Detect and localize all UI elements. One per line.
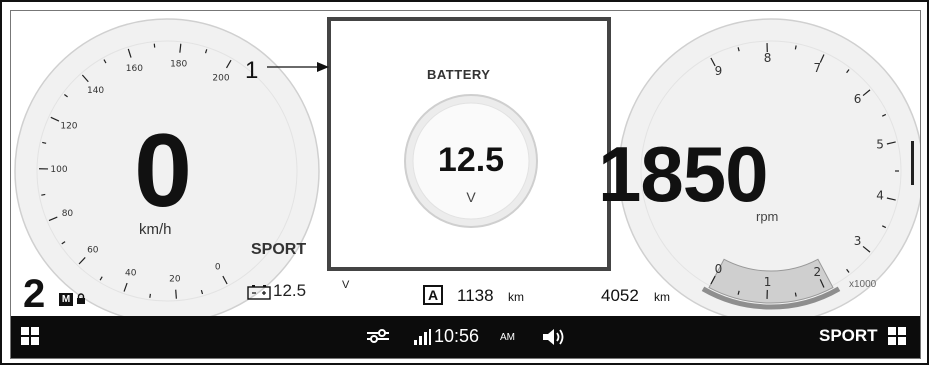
callout-number: 1	[245, 57, 259, 84]
battery-title: BATTERY	[427, 67, 491, 82]
rpm-minor-tick	[794, 292, 797, 297]
status-battery-voltage: 12.5	[273, 281, 307, 300]
gear-mode-badge: M	[59, 293, 73, 306]
grid-icon[interactable]	[21, 327, 39, 345]
speaker-icon[interactable]	[541, 326, 565, 348]
speed-tick-label: 20	[169, 275, 181, 285]
connection-icon[interactable]	[365, 326, 391, 346]
speed-tick-label: 100	[50, 165, 67, 175]
odometer-unit: km	[654, 290, 670, 304]
speed-tick-label: 0	[215, 262, 221, 272]
signal-icon	[414, 329, 431, 345]
speed-unit: km/h	[139, 221, 172, 238]
speed-tick-label: 120	[60, 122, 77, 132]
clock-time: 10:56	[434, 326, 480, 346]
speed-tick-label: 40	[125, 269, 137, 279]
lock-icon	[77, 293, 85, 304]
speed-tick-label: 180	[170, 60, 187, 70]
rpm-tick-label: 4	[876, 188, 884, 202]
speed-minor-tick	[149, 293, 151, 298]
speed-tick-label: 200	[212, 73, 229, 83]
rpm-unit: rpm	[756, 209, 779, 224]
rpm-tick-label: 6	[854, 92, 862, 106]
speed-value: 0	[134, 113, 192, 229]
rpm-value: 1850	[598, 130, 769, 218]
rpm-minor-tick	[794, 45, 797, 50]
odometer-value: 4052	[601, 286, 639, 305]
battery-voltage-unit: V	[466, 189, 476, 205]
gear-indicator: 2	[23, 272, 46, 316]
speed-major-tick	[175, 289, 177, 299]
screenshot-frame: 0 20 40 60 80 100 120 140 160 180 200 0123456789 1…	[0, 0, 929, 365]
rpm-tick-label: 1	[764, 275, 772, 289]
rpm-tick-label: 8	[764, 51, 772, 65]
callout-arrow	[267, 62, 329, 72]
rpm-tick-label: 0	[715, 262, 723, 276]
speed-tick-label: 140	[87, 86, 104, 96]
speed-tick-label: 80	[62, 209, 74, 219]
bottom-status-bar: 10:56 AM SPORT	[11, 316, 920, 358]
speed-minor-tick	[41, 193, 46, 196]
grid-icon[interactable]	[888, 327, 906, 345]
trip-a-badge: A	[423, 285, 443, 305]
status-battery-unit: V	[342, 279, 350, 291]
instrument-cluster: 0 20 40 60 80 100 120 140 160 180 200 0123456789 1…	[10, 10, 921, 359]
speed-tick-label: 60	[87, 245, 99, 255]
rpm-tick-label: 2	[814, 265, 822, 279]
rpm-tick-label: 7	[814, 61, 822, 75]
riding-mode-label: SPORT	[251, 241, 307, 258]
battery-voltage-value: 12.5	[437, 141, 505, 179]
clock-ampm: AM	[500, 332, 515, 343]
scroll-indicator	[911, 141, 914, 185]
battery-icon	[247, 285, 271, 300]
rpm-tick-label: 3	[854, 234, 862, 248]
rpm-tick-label: 5	[876, 138, 884, 152]
speed-tick-label: 160	[126, 64, 143, 74]
trip-a-value: 1138	[457, 286, 494, 305]
bottom-riding-mode: SPORT	[819, 326, 878, 345]
rpm-tick-label: 9	[715, 64, 723, 78]
rpm-multiplier: x1000	[849, 279, 877, 290]
trip-a-unit: km	[508, 290, 524, 304]
